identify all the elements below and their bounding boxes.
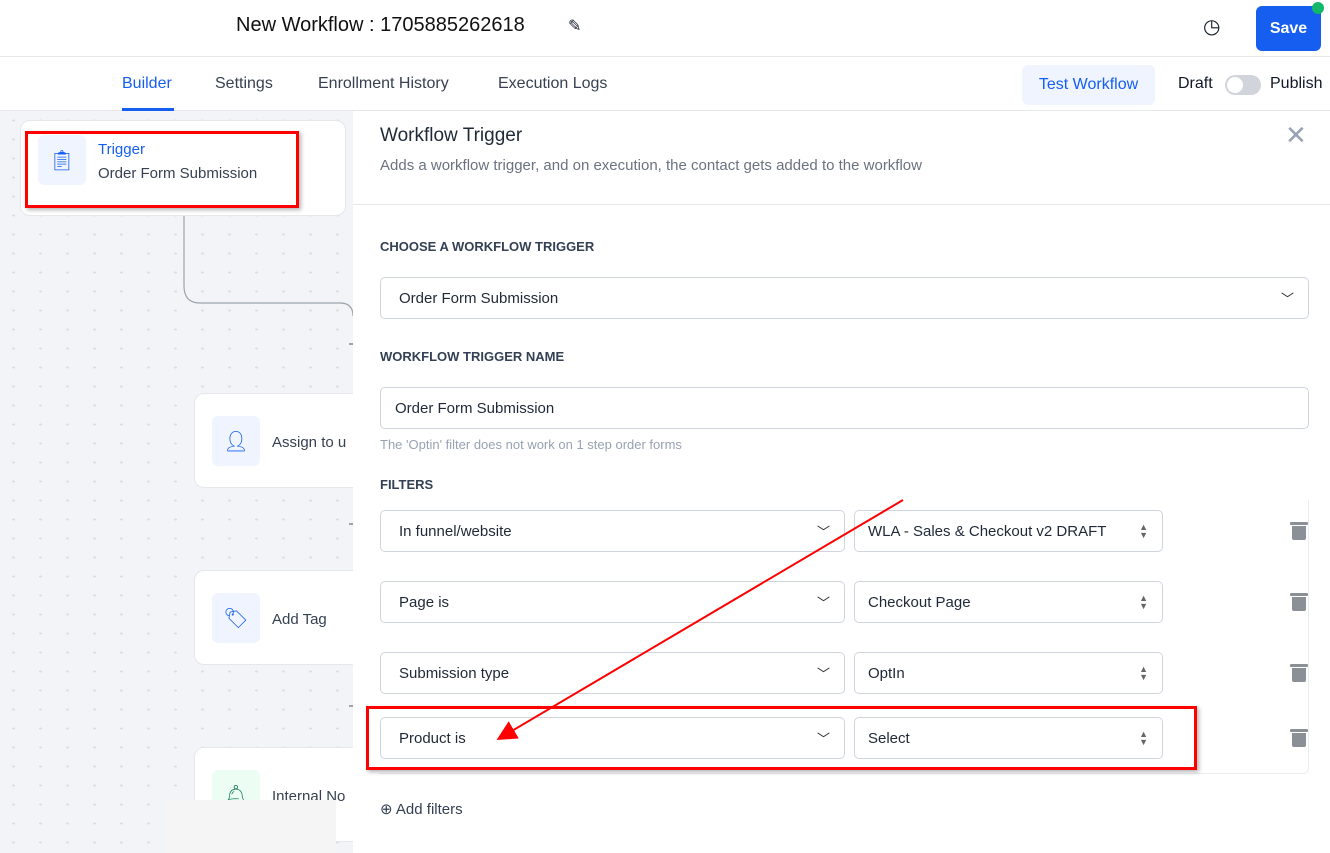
- tab-enrollment-history[interactable]: Enrollment History: [318, 75, 449, 93]
- add-filters-button[interactable]: ⊕ Add filters: [380, 800, 463, 818]
- sort-arrows-icon: ▲ ▼: [1139, 664, 1148, 682]
- highlight-box-trigger: [25, 131, 299, 208]
- tab-settings[interactable]: Settings: [215, 75, 273, 93]
- header: [0, 0, 1330, 57]
- panel-title: Workflow Trigger: [380, 125, 523, 146]
- history-icon[interactable]: ◷: [1203, 14, 1220, 39]
- divider: [353, 204, 1330, 205]
- save-button[interactable]: Save: [1256, 6, 1321, 51]
- publish-toggle[interactable]: [1225, 75, 1261, 95]
- trigger-name-label: WORKFLOW TRIGGER NAME: [380, 349, 565, 364]
- delete-filter-icon[interactable]: [1290, 591, 1308, 611]
- trigger-select-label: CHOOSE A WORKFLOW TRIGGER: [380, 239, 595, 254]
- draft-label: Draft: [1178, 75, 1213, 92]
- add-filters-label: Add filters: [395, 801, 463, 818]
- redacted-area: [166, 800, 336, 853]
- user-check-icon: 👤︎: [212, 416, 260, 466]
- trigger-select[interactable]: Order Form Submission ﹀: [380, 277, 1309, 319]
- pencil-icon[interactable]: ✎: [568, 16, 581, 36]
- delete-filter-icon[interactable]: [1290, 662, 1308, 682]
- delete-filter-icon[interactable]: [1290, 727, 1308, 747]
- workflow-canvas[interactable]: 📋︎ Trigger Order Form Submission 👤︎ Assi…: [0, 111, 353, 853]
- delete-filter-icon[interactable]: [1290, 520, 1308, 540]
- unsaved-status-dot: [1312, 2, 1324, 14]
- trigger-select-value: Order Form Submission: [399, 289, 559, 307]
- panel-subtitle: Adds a workflow trigger, and on executio…: [380, 157, 922, 174]
- test-workflow-button[interactable]: Test Workflow: [1022, 65, 1155, 105]
- node-label: Assign to u: [272, 434, 347, 451]
- filter-field-value: Page is: [399, 593, 450, 611]
- chevron-down-icon: ﹀: [1280, 291, 1294, 307]
- assign-user-node[interactable]: 👤︎ Assign to u: [194, 393, 353, 488]
- tag-icon: 🏷︎: [212, 593, 260, 643]
- publish-label: Publish: [1270, 75, 1323, 92]
- node-label: Add Tag: [272, 611, 327, 628]
- annotation-arrow: [496, 499, 904, 741]
- filters-label: FILTERS: [380, 477, 434, 492]
- sort-arrows-icon: ▲ ▼: [1139, 593, 1148, 611]
- workflow-title: New Workflow : 1705885262618: [236, 14, 525, 36]
- optin-hint: The 'Optin' filter does not work on 1 st…: [380, 437, 682, 452]
- add-tag-node[interactable]: 🏷︎ Add Tag: [194, 570, 353, 665]
- close-icon[interactable]: ✕: [1285, 120, 1307, 151]
- tab-builder[interactable]: Builder: [122, 75, 172, 93]
- sort-arrows-icon: ▲ ▼: [1139, 522, 1148, 540]
- trigger-name-value: Order Form Submission: [395, 399, 555, 417]
- tab-execution-logs[interactable]: Execution Logs: [498, 75, 607, 93]
- trigger-name-input[interactable]: Order Form Submission: [380, 387, 1309, 429]
